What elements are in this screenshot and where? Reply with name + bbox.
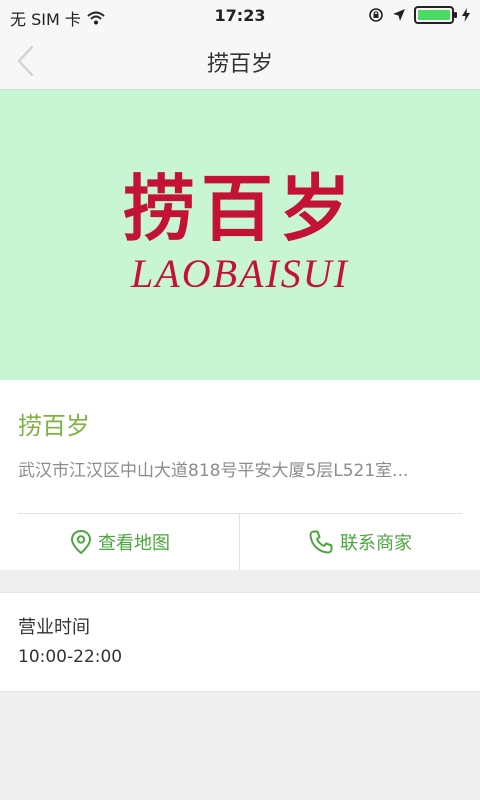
contact-merchant-button[interactable]: 联系商家 <box>240 514 480 570</box>
shop-address[interactable]: 武汉市江汉区中山大道818号平安大厦5层L521室... <box>18 456 462 481</box>
status-right <box>368 6 470 24</box>
phone-icon <box>309 530 333 554</box>
business-hours-card: 营业时间 10:00-22:00 <box>0 592 480 692</box>
location-arrow-icon <box>393 9 405 21</box>
view-map-button[interactable]: 查看地图 <box>0 514 240 570</box>
contact-merchant-label: 联系商家 <box>340 533 412 554</box>
page-title: 捞百岁 <box>206 52 273 77</box>
rotation-lock-icon <box>369 8 383 22</box>
map-pin-icon <box>70 529 92 555</box>
view-map-label: 查看地图 <box>98 533 170 554</box>
status-bar: 无 SIM 卡 17:23 <box>0 0 480 32</box>
shop-name: 捞百岁 <box>18 412 90 440</box>
business-hours-label: 营业时间 <box>18 617 90 638</box>
shop-info-card: 捞百岁 武汉市江汉区中山大道818号平安大厦5层L521室... 查看地图 联系… <box>0 380 480 570</box>
shop-logo-chinese: 捞百岁 <box>122 166 357 251</box>
nav-bar: 捞百岁 <box>0 32 480 90</box>
battery-icon <box>414 6 457 24</box>
battery-level <box>418 10 450 20</box>
business-hours-value: 10:00-22:00 <box>18 647 123 667</box>
charging-icon <box>462 8 470 22</box>
shop-logo-english: LAOBAISUI <box>131 251 349 296</box>
